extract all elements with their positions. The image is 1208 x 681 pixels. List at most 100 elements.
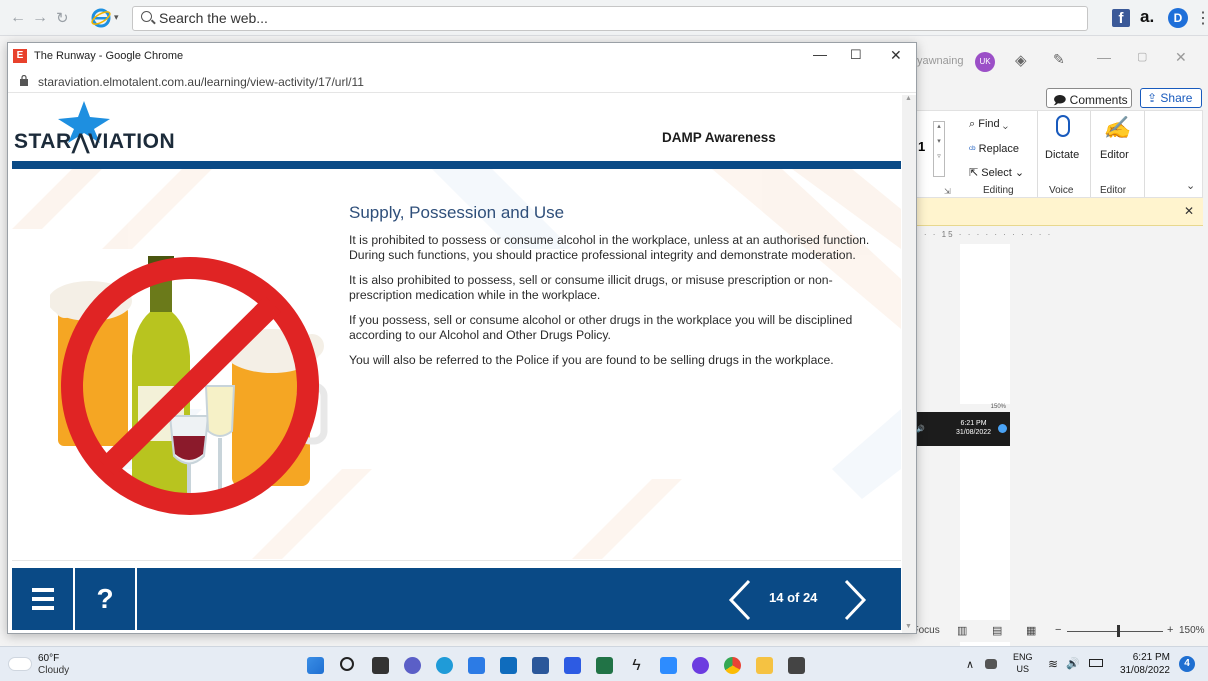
- dictate-button[interactable]: Dictate: [1045, 149, 1079, 161]
- word-icon[interactable]: [532, 657, 549, 674]
- group-voice-label: Voice: [1049, 185, 1074, 196]
- volume-icon[interactable]: 🔊: [1066, 657, 1080, 670]
- chrome-title-bar: E The Runway - Google Chrome — ☐ ✕: [8, 43, 916, 71]
- notification-bar: ✕: [905, 198, 1203, 226]
- zoom-out-icon[interactable]: −: [1055, 624, 1061, 636]
- zoom-slider[interactable]: [1067, 631, 1163, 632]
- clock[interactable]: 6:21 PM 31/08/2022: [1118, 651, 1170, 677]
- restore-icon[interactable]: ▢: [1137, 50, 1147, 63]
- mail-icon[interactable]: [500, 657, 517, 674]
- excel-icon[interactable]: [596, 657, 613, 674]
- find-icon: ⌕: [969, 118, 976, 130]
- file-explorer-icon[interactable]: [756, 657, 773, 674]
- zoom-level[interactable]: 150%: [1179, 625, 1205, 636]
- search-icon[interactable]: [340, 657, 354, 671]
- menu-button[interactable]: [12, 568, 73, 630]
- editor-button[interactable]: Editor: [1100, 149, 1129, 161]
- next-page-button[interactable]: [842, 578, 868, 622]
- scrollbar[interactable]: ▲ ▼: [902, 95, 916, 633]
- prev-page-button[interactable]: [727, 578, 753, 622]
- scroll-down-icon[interactable]: ▼: [905, 623, 912, 630]
- network-status-icon[interactable]: [985, 659, 997, 669]
- minimize-icon[interactable]: —: [1097, 49, 1111, 65]
- more-menu-icon[interactable]: ⋮: [1195, 8, 1208, 28]
- outer-browser-toolbar: ← → ↻ ▾ Search the web... f a. D ⋮: [0, 0, 1208, 36]
- find-button[interactable]: ⌕ Find ⌄: [969, 118, 1008, 131]
- window-title: The Runway - Google Chrome: [34, 50, 184, 62]
- pen-icon[interactable]: ✎: [1053, 51, 1065, 68]
- close-icon[interactable]: ✕: [1175, 49, 1187, 66]
- zoom-slider-handle[interactable]: [1117, 625, 1120, 637]
- help-button[interactable]: ?: [75, 568, 135, 630]
- select-button[interactable]: ⇱ Select ⌄: [969, 166, 1024, 179]
- address-bar[interactable]: staraviation.elmotalent.com.au/learning/…: [8, 71, 916, 93]
- dialog-launcher-icon[interactable]: ⇲: [944, 187, 951, 196]
- lang-top: ENG: [1013, 652, 1033, 662]
- zoom-icon[interactable]: [660, 657, 677, 674]
- read-mode-icon[interactable]: ▥: [957, 624, 967, 637]
- course-title: DAMP Awareness: [662, 130, 776, 145]
- find-label: Find: [978, 118, 1000, 130]
- notification-badge[interactable]: 4: [1179, 656, 1195, 672]
- replace-button[interactable]: ᶜᵇ Replace: [969, 143, 1019, 155]
- windows-start-icon[interactable]: [307, 657, 324, 674]
- style-scroller[interactable]: ▴ ▾ ▿: [933, 121, 945, 177]
- close-notification-icon[interactable]: ✕: [1184, 204, 1194, 218]
- collapse-ribbon-icon[interactable]: ⌄: [1186, 179, 1195, 192]
- search-input[interactable]: Search the web...: [132, 6, 1088, 31]
- facebook-icon[interactable]: f: [1112, 9, 1130, 27]
- forward-icon[interactable]: →: [32, 9, 48, 27]
- replace-icon: ᶜᵇ: [969, 144, 976, 154]
- show-hidden-icons-icon[interactable]: ∧: [966, 658, 974, 671]
- lightning-app-icon[interactable]: ϟ: [628, 657, 645, 674]
- back-icon[interactable]: ←: [10, 9, 26, 27]
- editor-pen-icon[interactable]: ✍: [1103, 115, 1130, 141]
- avatar[interactable]: UK: [975, 52, 995, 72]
- wifi-icon[interactable]: ≋: [1048, 657, 1058, 671]
- battery-icon[interactable]: [1089, 659, 1103, 667]
- circle-app-icon[interactable]: [692, 657, 709, 674]
- word-status-bar: ⌞ Focus ▥ ▤ ▦ − + 150%: [905, 620, 1208, 642]
- task-view-icon[interactable]: [372, 657, 389, 674]
- share-button[interactable]: ⇪ Share: [1140, 88, 1202, 108]
- mini-clock: 6:21 PM 31/08/2022: [956, 419, 991, 437]
- internet-explorer-icon[interactable]: [90, 7, 112, 29]
- share-label: Share: [1160, 91, 1193, 105]
- scroll-up-icon[interactable]: ▲: [905, 95, 912, 102]
- diamond-icon[interactable]: ◈: [1015, 51, 1027, 69]
- chrome-icon[interactable]: [724, 657, 741, 674]
- extension-icon[interactable]: D: [1168, 8, 1188, 28]
- web-layout-icon[interactable]: ▦: [1026, 624, 1036, 637]
- url-text: staraviation.elmotalent.com.au/learning/…: [38, 75, 364, 89]
- ribbon-divider: [1144, 111, 1145, 197]
- print-layout-icon[interactable]: ▤: [992, 624, 1002, 637]
- logo-text-left: STAR: [14, 130, 72, 153]
- snipping-tool-icon[interactable]: [788, 657, 805, 674]
- store-icon[interactable]: [468, 657, 485, 674]
- amazon-icon[interactable]: a.: [1140, 7, 1154, 27]
- comments-label: Comments: [1069, 93, 1128, 107]
- mini-time: 6:21 PM: [960, 420, 987, 427]
- page-indicator: 14 of 24: [769, 590, 818, 605]
- reload-icon[interactable]: ↻: [56, 9, 69, 27]
- star-aviation-logo: STAR ⋀ VIATION: [14, 99, 184, 157]
- dropbox-icon[interactable]: [564, 657, 581, 674]
- mini-notification-icon: [998, 424, 1007, 433]
- zoom-in-icon[interactable]: +: [1167, 624, 1173, 636]
- content-separator: [12, 560, 901, 561]
- language-indicator[interactable]: ENG US: [1013, 651, 1033, 675]
- comments-button[interactable]: 🗩 Comments: [1046, 88, 1132, 108]
- teams-chat-icon[interactable]: [404, 657, 421, 674]
- weather-widget[interactable]: 60°F Cloudy: [8, 653, 88, 679]
- close-icon[interactable]: ✕: [890, 47, 902, 64]
- no-alcohol-illustration: [50, 256, 328, 515]
- font-size-value[interactable]: 1: [918, 139, 925, 154]
- paragraph-discipline: If you possess, sell or consume alcohol …: [349, 313, 853, 342]
- maximize-icon[interactable]: ☐: [850, 47, 862, 63]
- microphone-icon[interactable]: [1056, 115, 1070, 137]
- replace-label: Replace: [978, 143, 1020, 155]
- lock-icon[interactable]: [20, 74, 28, 86]
- dropdown-icon[interactable]: ▾: [114, 12, 119, 23]
- edge-icon[interactable]: [436, 657, 453, 674]
- minimize-icon[interactable]: —: [813, 46, 827, 62]
